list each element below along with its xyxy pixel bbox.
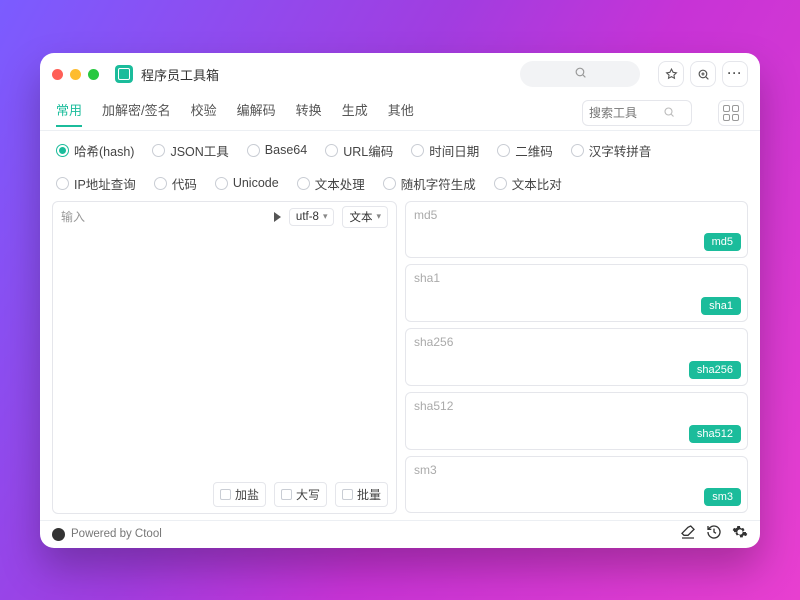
chevron-down-icon: ▾	[323, 211, 328, 222]
output-panel: md5 md5 sha1 sha1 sha256 sha256 sha512 s…	[405, 201, 748, 514]
play-icon[interactable]	[274, 212, 281, 222]
tab-generate[interactable]: 生成	[342, 100, 368, 127]
search-icon	[663, 106, 675, 121]
radio-icon	[247, 144, 260, 157]
tool-radio-group: 哈希(hash) JSON工具 Base64 URL编码 时间日期 二维码 汉字…	[40, 131, 760, 201]
more-icon: ···	[728, 66, 743, 83]
checkbox-icon	[281, 489, 292, 500]
tool-text[interactable]: 文本处理	[297, 174, 365, 193]
radio-icon	[383, 177, 396, 190]
zoom-button[interactable]	[690, 61, 716, 87]
hash-sm3: sm3 sm3	[405, 456, 748, 514]
radio-icon	[297, 177, 310, 190]
tab-convert[interactable]: 转换	[296, 100, 322, 127]
global-search[interactable]	[520, 61, 640, 87]
option-upper[interactable]: 大写	[274, 482, 327, 507]
tool-datetime[interactable]: 时间日期	[411, 141, 479, 160]
option-batch[interactable]: 批量	[335, 482, 388, 507]
github-icon[interactable]	[52, 528, 65, 541]
hash-sha1: sha1 sha1	[405, 264, 748, 322]
tool-search[interactable]	[582, 100, 692, 126]
radio-icon	[571, 144, 584, 157]
input-textarea[interactable]	[53, 232, 396, 476]
tool-hash[interactable]: 哈希(hash)	[56, 141, 134, 160]
radio-icon	[215, 177, 228, 190]
radio-icon	[497, 144, 510, 157]
tool-ip[interactable]: IP地址查询	[56, 174, 136, 193]
tool-urlenc[interactable]: URL编码	[325, 141, 393, 160]
tool-json[interactable]: JSON工具	[152, 141, 228, 160]
status-actions	[680, 524, 748, 544]
more-button[interactable]: ···	[722, 61, 748, 87]
title-actions: ···	[658, 61, 748, 87]
checkbox-icon	[220, 489, 231, 500]
search-icon	[574, 66, 587, 82]
radio-icon	[154, 177, 167, 190]
input-options: 加盐 大写 批量	[53, 476, 396, 513]
tab-verify[interactable]: 校验	[191, 100, 217, 127]
copy-sm3-button[interactable]: sm3	[704, 488, 741, 506]
input-header: 输入 utf-8▾ 文本▾	[53, 202, 396, 232]
tool-pinyin[interactable]: 汉字转拼音	[571, 141, 652, 160]
copy-sha1-button[interactable]: sha1	[701, 297, 741, 315]
tab-codec[interactable]: 编解码	[237, 100, 276, 127]
radio-icon	[411, 144, 424, 157]
tab-common[interactable]: 常用	[56, 100, 82, 127]
input-placeholder: 输入	[61, 208, 266, 225]
tool-search-input[interactable]	[589, 106, 659, 120]
radio-icon	[56, 144, 69, 157]
history-icon[interactable]	[706, 524, 722, 544]
radio-icon	[56, 177, 69, 190]
grid-view-button[interactable]	[718, 100, 744, 126]
traffic-lights	[52, 69, 99, 80]
app-title: 程序员工具箱	[141, 65, 219, 84]
hash-md5: md5 md5	[405, 201, 748, 259]
chevron-down-icon: ▾	[376, 211, 381, 222]
radio-icon	[152, 144, 165, 157]
encoding-dropdown[interactable]: utf-8▾	[289, 208, 335, 226]
copy-sha256-button[interactable]: sha256	[689, 361, 741, 379]
powered-by: Powered by Ctool	[71, 528, 162, 540]
checkbox-icon	[342, 489, 353, 500]
tool-random[interactable]: 随机字符生成	[383, 174, 476, 193]
maximize-icon[interactable]	[88, 69, 99, 80]
tool-diff[interactable]: 文本比对	[494, 174, 562, 193]
app-icon	[115, 65, 133, 83]
status-bar: Powered by Ctool	[40, 520, 760, 548]
hash-sha256: sha256 sha256	[405, 328, 748, 386]
radio-icon	[325, 144, 338, 157]
input-panel: 输入 utf-8▾ 文本▾ 加盐 大写 批量	[52, 201, 397, 514]
tool-code[interactable]: 代码	[154, 174, 197, 193]
eraser-icon[interactable]	[680, 524, 696, 544]
close-icon[interactable]	[52, 69, 63, 80]
tab-crypto[interactable]: 加解密/签名	[102, 100, 171, 127]
tool-base64[interactable]: Base64	[247, 141, 307, 160]
category-tabs: 常用 加解密/签名 校验 编解码 转换 生成 其他	[40, 97, 760, 131]
tool-unicode[interactable]: Unicode	[215, 174, 279, 193]
titlebar: 程序员工具箱 ···	[40, 53, 760, 97]
format-dropdown[interactable]: 文本▾	[342, 206, 388, 228]
gear-icon[interactable]	[732, 524, 748, 544]
option-salt[interactable]: 加盐	[213, 482, 266, 507]
tab-other[interactable]: 其他	[388, 100, 414, 127]
copy-sha512-button[interactable]: sha512	[689, 425, 741, 443]
minimize-icon[interactable]	[70, 69, 81, 80]
tool-qrcode[interactable]: 二维码	[497, 141, 553, 160]
radio-icon	[494, 177, 507, 190]
main-area: 输入 utf-8▾ 文本▾ 加盐 大写 批量 md5 md5 sha1 sha1	[40, 201, 760, 520]
hash-sha512: sha512 sha512	[405, 392, 748, 450]
app-window: 程序员工具箱 ··· 常用 加解密/签名 校验 编解码 转换 生成 其他	[40, 53, 760, 548]
pin-button[interactable]	[658, 61, 684, 87]
copy-md5-button[interactable]: md5	[704, 233, 741, 251]
